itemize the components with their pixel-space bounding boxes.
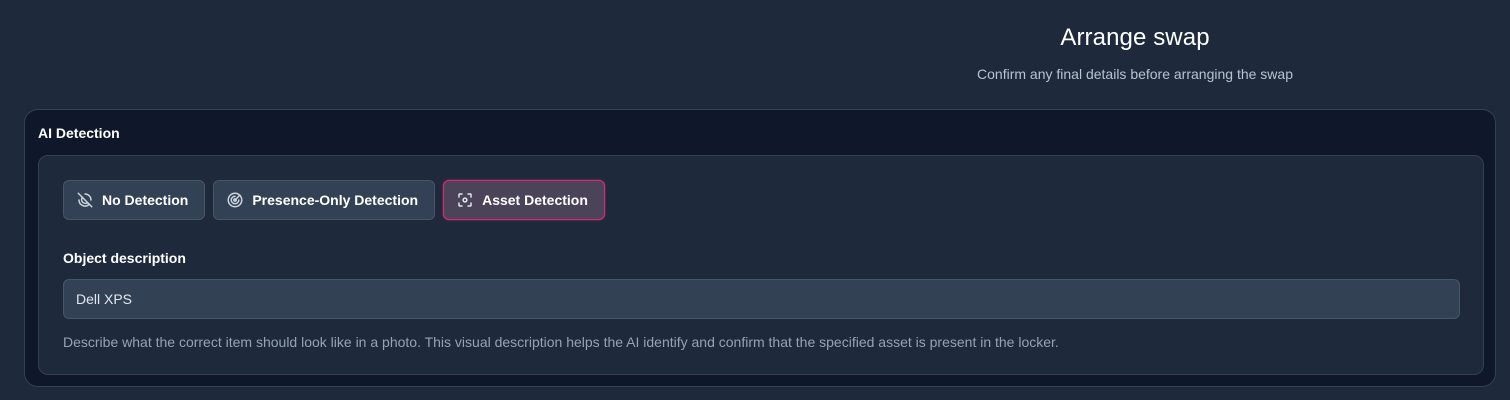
ai-detection-card: AI Detection No Detection Presence-Only … (24, 109, 1496, 387)
object-description-label: Object description (63, 250, 186, 266)
object-description-input[interactable] (63, 279, 1460, 319)
asset-detection-button[interactable]: Asset Detection (443, 180, 605, 220)
page-subtitle: Confirm any final details before arrangi… (977, 66, 1293, 82)
presence-only-detection-label: Presence-Only Detection (252, 192, 419, 208)
ai-detection-title: AI Detection (38, 125, 120, 141)
presence-only-detection-button[interactable]: Presence-Only Detection (213, 180, 436, 220)
page-title: Arrange swap (1060, 24, 1210, 51)
ai-detection-panel: No Detection Presence-Only Detection Ass… (38, 155, 1484, 375)
no-detection-label: No Detection (102, 192, 189, 208)
no-detection-button[interactable]: No Detection (63, 180, 206, 220)
page-header: Arrange swap Confirm any final details b… (0, 0, 1510, 100)
no-detection-icon (76, 191, 94, 209)
object-description-help-text: Describe what the correct item should lo… (63, 334, 1059, 350)
detection-option-group: No Detection Presence-Only Detection Ass… (63, 180, 605, 220)
scan-focus-icon (456, 191, 474, 209)
asset-detection-label: Asset Detection (482, 192, 588, 208)
radar-icon (226, 191, 244, 209)
